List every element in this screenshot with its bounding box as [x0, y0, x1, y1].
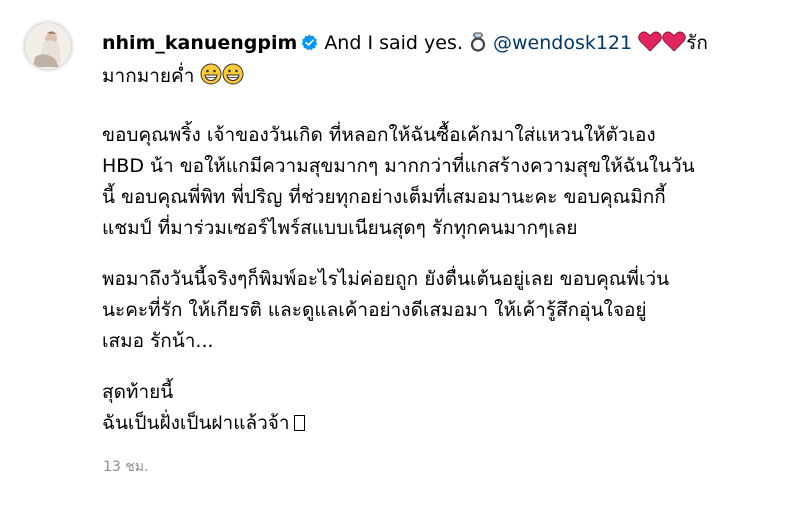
profile-picture [24, 22, 72, 70]
caption-paragraph-1: ขอบคุณพริ้ง เจ้าของวันเกิด ที่หลอกให้ฉัน… [102, 120, 762, 244]
verified-badge-icon [301, 30, 318, 60]
caption-paragraph-2: พอมาถึงวันนี้จริงๆก็พิมพ์อะไรไม่ค่อยถูก … [102, 264, 762, 357]
instagram-post-caption: nhim_kanuengpim And I said yes. @wendosk1… [22, 18, 782, 498]
caption-line-last: ฉันเป็นฝั่งเป็นฝาแล้วจ้า [102, 408, 762, 439]
missing-glyph-icon [293, 415, 305, 431]
mention-link[interactable]: @wendosk121 [493, 32, 632, 54]
caption-line: นี้ ขอบคุณพี่พิท พี่ปริญ ที่ช่วยทุกอย่าง… [102, 186, 666, 208]
caption-paragraph-3: สุดท้ายนี้ ฉันเป็นฝั่งเป็นฝาแล้วจ้า [102, 377, 762, 439]
caption-line-text: ฉันเป็นฝั่งเป็นฝาแล้วจ้า [102, 412, 290, 434]
red-heart-icon [662, 31, 686, 61]
grinning-face-icon [222, 63, 244, 94]
avatar[interactable] [22, 20, 74, 72]
caption-line: HBD น้า ขอให้แกมีความสุขมากๆ มากกว่าที่แ… [102, 155, 695, 177]
caption-line: ขอบคุณพริ้ง เจ้าของวันเกิด ที่หลอกให้ฉัน… [102, 124, 656, 146]
grinning-face-icon [200, 63, 222, 94]
caption-line: พอมาถึงวันนี้จริงๆก็พิมพ์อะไรไม่ค่อยถูก … [102, 268, 670, 290]
profile-photo-icon [25, 23, 71, 69]
username-link[interactable]: nhim_kanuengpim [102, 32, 297, 54]
caption-line: สุดท้ายนี้ [102, 381, 174, 403]
caption-line: แชมป์ ที่มาร่วมเซอร์ไพร์สแบบเนียนสุดๆ รั… [102, 217, 578, 239]
red-heart-icon [638, 31, 662, 61]
caption-end-text: รัก [686, 32, 708, 54]
caption-line: เสมอ รักน้า... [102, 330, 214, 352]
caption-line: นะคะที่รัก ให้เกียรติ และดูแลเค้าอย่างดี… [102, 299, 647, 321]
ring-icon [469, 31, 487, 61]
post-timestamp[interactable]: 13 ชม. [103, 458, 148, 476]
caption-intro-text: And I said yes. [324, 32, 463, 54]
caption-line2-text: มากมายค่ำ [102, 65, 195, 87]
caption-header-line2: มากมายค่ำ [102, 61, 762, 94]
caption-header-line1: nhim_kanuengpim And I said yes. @wendosk1… [102, 28, 762, 61]
caption-content: nhim_kanuengpim And I said yes. @wendosk1… [102, 28, 762, 439]
